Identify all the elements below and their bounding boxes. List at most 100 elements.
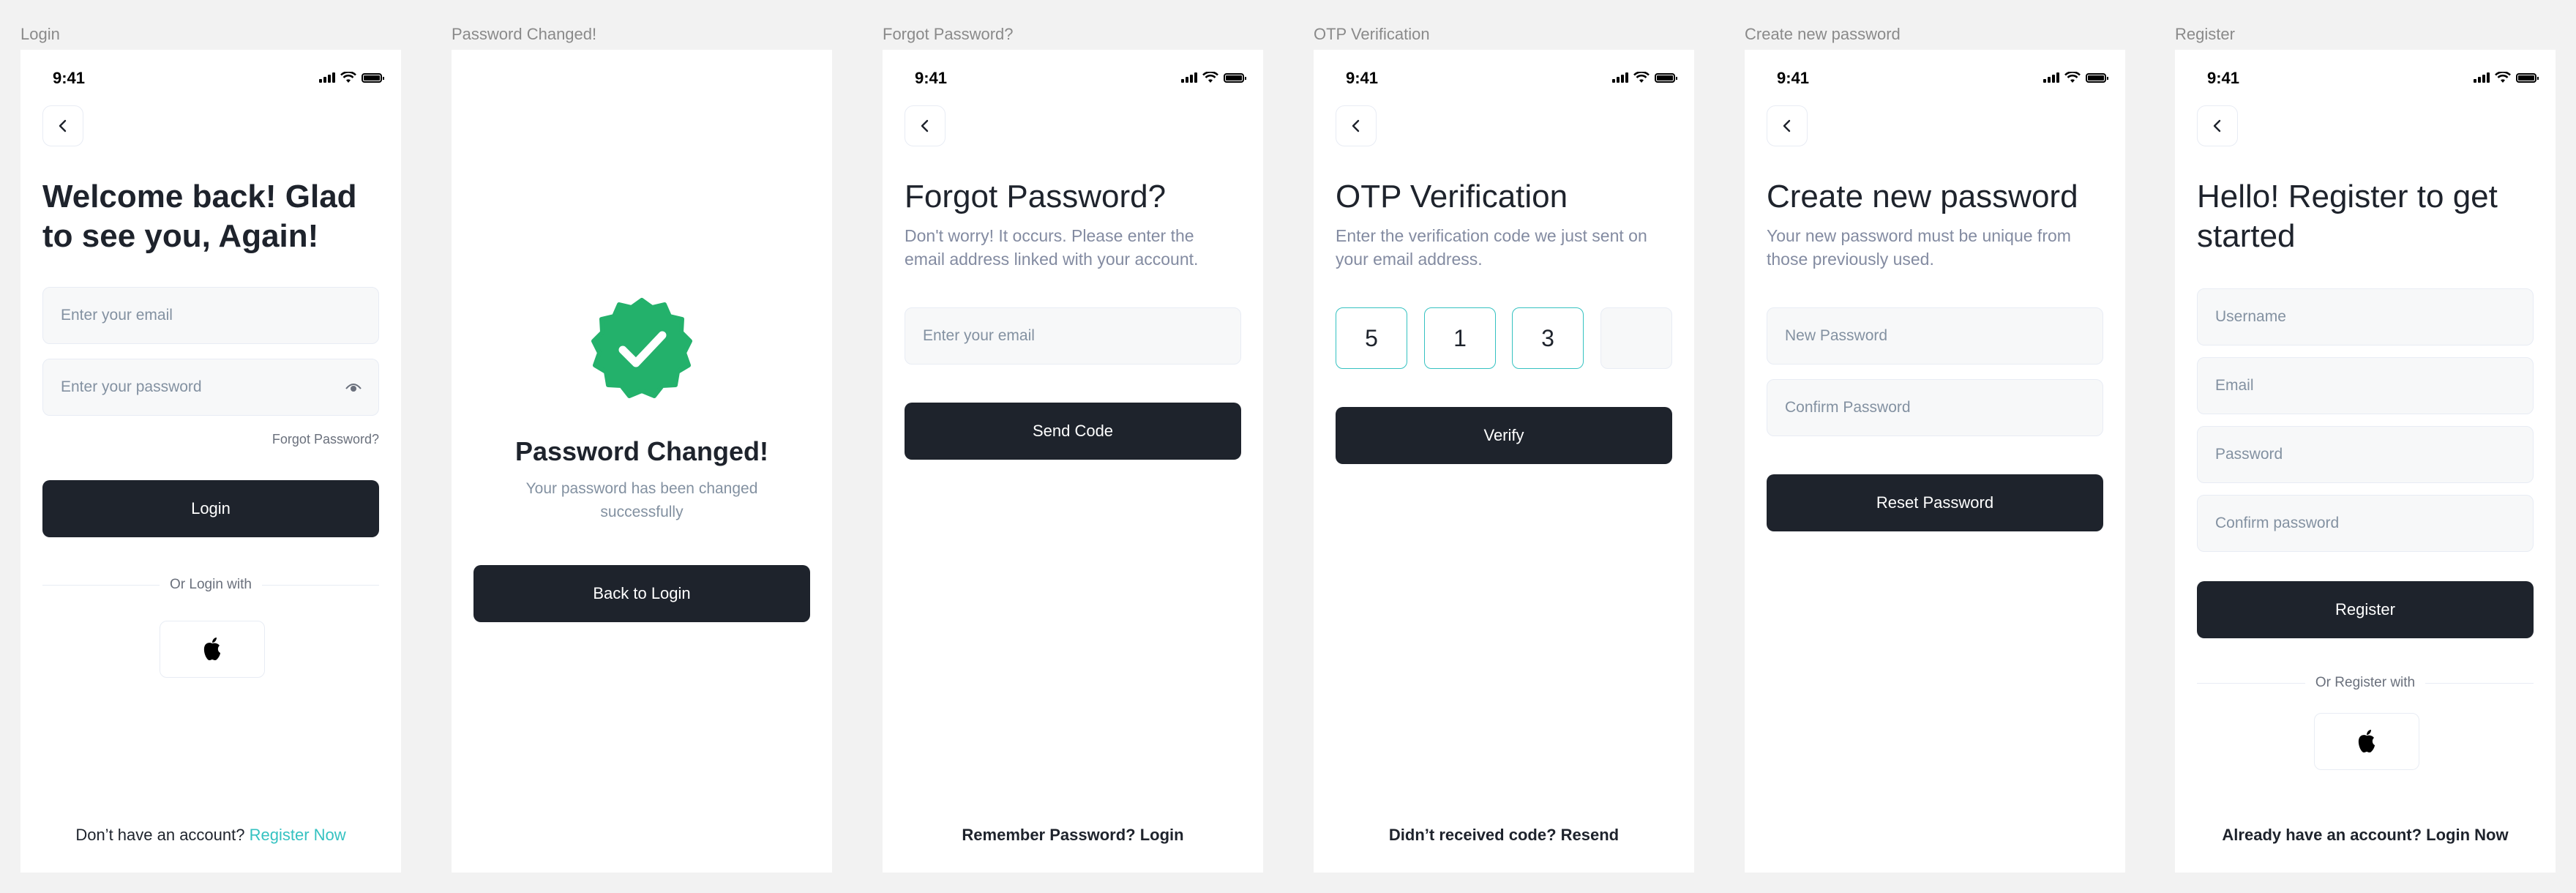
battery-icon <box>2516 72 2539 83</box>
page-title: Welcome back! Glad to see you, Again! <box>42 177 357 256</box>
page-subtitle: Don't worry! It occurs. Please enter the… <box>905 224 1241 271</box>
subtitle-line-1: Don't worry! It occurs. Please enter the <box>905 226 1194 245</box>
confirm-password-input[interactable]: Confirm password <box>2197 495 2534 552</box>
confirm-password-input[interactable]: Confirm Password <box>1767 379 2103 436</box>
frame-label-login: Login <box>20 25 60 43</box>
status-bar: 9:41 <box>883 64 1263 94</box>
subtitle-line-2: those previously used. <box>1767 250 1934 269</box>
status-time: 9:41 <box>1346 69 1379 87</box>
status-time: 9:41 <box>2207 69 2240 87</box>
battery-icon <box>2086 72 2108 83</box>
apple-login-button[interactable] <box>160 621 265 678</box>
apple-register-button[interactable] <box>2314 713 2419 770</box>
email-input[interactable]: Enter your email <box>42 287 379 344</box>
social-divider: Or Login with <box>42 577 380 593</box>
eye-icon[interactable] <box>345 379 362 395</box>
register-button[interactable]: Register <box>2197 581 2534 638</box>
forgot-password-link[interactable]: Forgot Password? <box>272 432 379 447</box>
otp-digit-1[interactable]: 5 <box>1336 307 1407 369</box>
chevron-left-icon <box>1352 119 1360 132</box>
login-screen: 9:41 Welcome back! Glad to see you, Agai… <box>20 50 401 873</box>
page-title: Forgot Password? <box>905 179 1167 214</box>
subtitle-line-1: Your new password must be unique from <box>1767 226 2071 245</box>
back-button[interactable] <box>1767 105 1808 146</box>
subtitle-line-2: email address linked with your account. <box>905 250 1199 269</box>
email-input[interactable]: Email <box>2197 357 2534 414</box>
login-now-link[interactable]: Already have an account? Login Now <box>2175 826 2556 845</box>
email-input[interactable]: Enter your email <box>905 307 1241 365</box>
title-line-1: Hello! Register to get <box>2197 179 2498 214</box>
otp-digit-4[interactable] <box>1600 307 1672 369</box>
social-divider: Or Register with <box>2197 675 2534 691</box>
back-button[interactable] <box>42 105 83 146</box>
title-line-2: started <box>2197 218 2296 254</box>
wifi-icon <box>2495 72 2511 83</box>
divider-text: Or Register with <box>2315 675 2416 690</box>
wifi-icon <box>2064 72 2081 83</box>
password-input[interactable]: Enter your password <box>42 359 379 416</box>
new-password-input[interactable]: New Password <box>1767 307 2103 365</box>
page-title: Password Changed! <box>514 436 769 466</box>
status-time: 9:41 <box>53 69 86 87</box>
frame-label-forgot-password: Forgot Password? <box>883 25 1014 43</box>
reset-password-button[interactable]: Reset Password <box>1767 474 2103 531</box>
frame-label-create-password: Create new password <box>1745 25 1901 43</box>
forgot-password-screen: 9:41 Forgot Password? Don't worry! It oc… <box>883 50 1263 873</box>
resend-code-link[interactable]: Didn’t received code? Resend <box>1314 826 1694 845</box>
wifi-icon <box>340 72 356 83</box>
register-prompt: Don’t have an account? Register Now <box>20 826 401 845</box>
otp-digit-3[interactable]: 3 <box>1512 307 1584 369</box>
back-button[interactable] <box>2197 105 2238 146</box>
register-now-link[interactable]: Register Now <box>250 826 346 844</box>
title-line-1: Welcome back! Glad <box>42 179 357 214</box>
verify-button[interactable]: Verify <box>1336 407 1672 464</box>
frame-label-otp: OTP Verification <box>1314 25 1430 43</box>
battery-icon <box>362 72 384 83</box>
password-changed-screen: Password Changed! Your password has been… <box>452 50 832 873</box>
subtitle-line-2: your email address. <box>1336 250 1483 269</box>
create-password-screen: 9:41 Create new password Your new passwo… <box>1745 50 2125 873</box>
register-prompt-text: Don’t have an account? <box>75 826 245 844</box>
title-line-2: to see you, Again! <box>42 218 319 254</box>
battery-icon <box>1224 72 1246 83</box>
status-bar: 9:41 <box>1745 64 2125 94</box>
back-to-login-button[interactable]: Back to Login <box>473 565 810 622</box>
signal-icon <box>2474 72 2490 83</box>
wifi-icon <box>1633 72 1650 83</box>
send-code-button[interactable]: Send Code <box>905 403 1241 460</box>
battery-icon <box>1655 72 1677 83</box>
apple-icon <box>203 638 220 660</box>
page-title: OTP Verification <box>1336 179 1568 214</box>
chevron-left-icon <box>2213 119 2221 132</box>
message-line-2: successfully <box>600 504 684 520</box>
otp-digit-2[interactable]: 1 <box>1424 307 1496 369</box>
register-screen: 9:41 Hello! Register to get started User… <box>2175 50 2556 873</box>
back-button[interactable] <box>1336 105 1377 146</box>
status-time: 9:41 <box>915 69 948 87</box>
login-now-text: Already have an account? Login Now <box>2222 826 2509 844</box>
resend-code-text: Didn’t received code? Resend <box>1388 826 1620 844</box>
status-bar: 9:41 <box>2175 64 2556 94</box>
frame-label-register: Register <box>2175 25 2235 43</box>
success-message: Your password has been changed successfu… <box>510 477 774 524</box>
page-subtitle: Your new password must be unique from th… <box>1767 224 2103 271</box>
page-title: Hello! Register to get started <box>2197 177 2498 256</box>
status-bar: 9:41 <box>20 64 401 94</box>
page-subtitle: Enter the verification code we just sent… <box>1336 224 1672 271</box>
signal-icon <box>1612 72 1628 83</box>
back-button[interactable] <box>905 105 946 146</box>
divider-text: Or Login with <box>170 577 252 592</box>
remember-password-text: Remember Password? Login <box>962 826 1184 844</box>
login-button[interactable]: Login <box>42 480 379 537</box>
frame-label-password-changed: Password Changed! <box>452 25 597 43</box>
chevron-left-icon <box>921 119 929 132</box>
remember-password-link[interactable]: Remember Password? Login <box>883 826 1263 845</box>
password-input[interactable]: Password <box>2197 426 2534 483</box>
password-placeholder: Enter your password <box>61 378 202 395</box>
message-line-1: Your password has been changed <box>525 480 758 497</box>
signal-icon <box>319 72 335 83</box>
status-bar: 9:41 <box>1314 64 1694 94</box>
username-input[interactable]: Username <box>2197 288 2534 345</box>
apple-icon <box>2358 730 2375 752</box>
chevron-left-icon <box>1783 119 1791 132</box>
